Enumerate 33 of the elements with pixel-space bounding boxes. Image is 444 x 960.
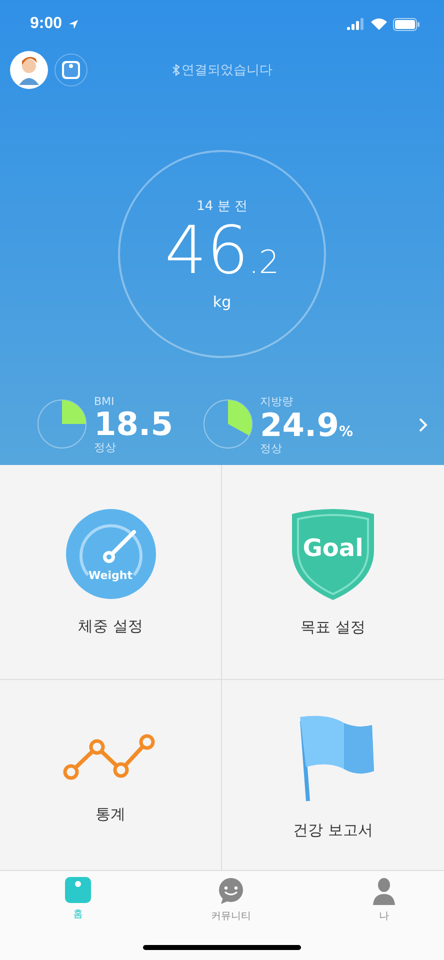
bluetooth-icon: [172, 64, 180, 76]
metric-value: 24.9%: [260, 409, 353, 441]
menu-label: 통계: [96, 804, 126, 824]
menu-tile[interactable]: Goal 목표 설정: [222, 465, 444, 680]
menu-label: 건강 보고서: [293, 820, 373, 840]
wifi-icon: [371, 18, 387, 30]
metric-value: 18.5: [94, 408, 173, 440]
avatar-icon[interactable]: [10, 51, 48, 89]
gauge-icon: [66, 508, 156, 598]
menu-tile[interactable]: 건강 보고서: [222, 680, 444, 870]
location-arrow-icon: [68, 18, 80, 30]
signal-icon: [347, 18, 365, 30]
measured-time: 14 분 전: [196, 198, 248, 215]
weight-value: 46.2: [164, 214, 280, 288]
battery-icon: [393, 18, 420, 30]
scale-icon: [65, 877, 91, 903]
metric-status: 정상: [260, 441, 283, 456]
weight-unit: kg: [212, 293, 232, 312]
person-icon: [372, 877, 396, 905]
metric-status: 정상: [94, 440, 117, 455]
connection-status: 연결되었습니다: [182, 62, 272, 79]
menu-label: 목표 설정: [300, 618, 366, 636]
chevron-right-icon[interactable]: [418, 417, 428, 433]
shield-label: Goal: [302, 534, 364, 562]
status-time: 9:00: [30, 15, 62, 33]
menu-tile[interactable]: Weight 체중 설정: [0, 465, 222, 680]
smiley-chat-icon: [217, 877, 245, 905]
scale-button-icon[interactable]: [54, 53, 88, 87]
gauge-label: Weight: [88, 568, 134, 582]
shield-icon: [290, 508, 376, 600]
menu-label: 체중 설정: [78, 616, 143, 636]
metric-label: BMI: [94, 395, 116, 408]
metric-label: 지방량: [260, 394, 294, 409]
